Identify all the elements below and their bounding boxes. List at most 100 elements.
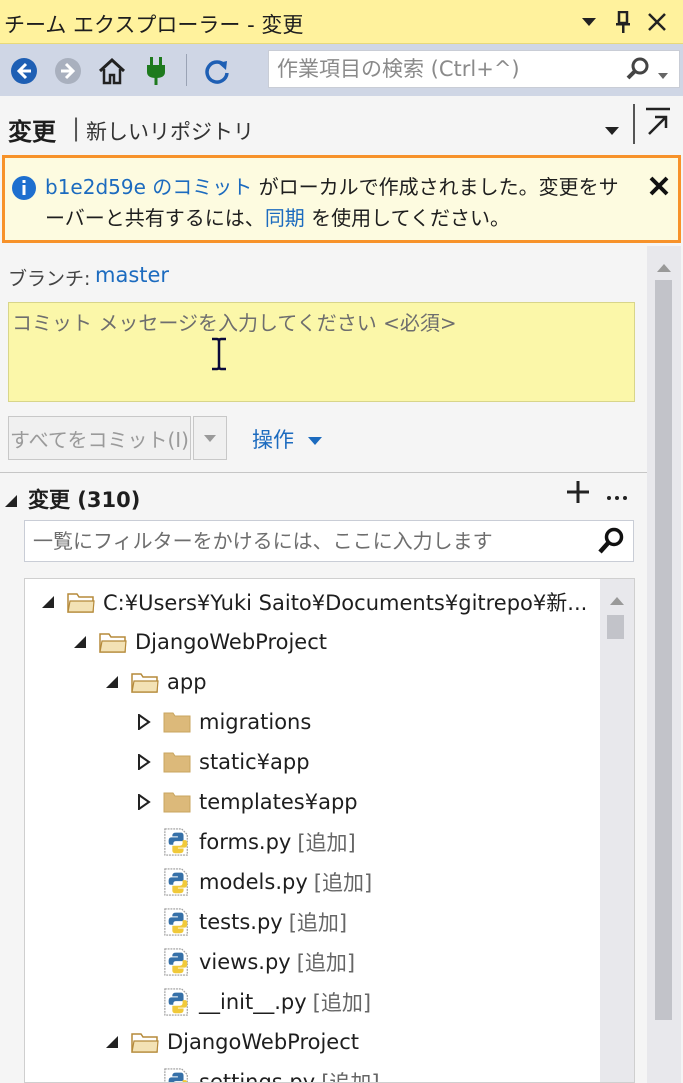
tree-item-name: migrations — [199, 710, 312, 734]
commit-message-box[interactable] — [8, 302, 635, 402]
changes-section-header[interactable]: 変更 (310) — [4, 484, 140, 514]
python-file-icon — [163, 908, 191, 936]
search-input[interactable] — [277, 55, 617, 83]
commit-options-button[interactable] — [193, 416, 227, 460]
change-status: [追加] — [321, 1071, 380, 1083]
changes-count: 変更 (310) — [28, 488, 141, 512]
dropdown-icon[interactable] — [576, 8, 602, 36]
tree-item-name: tests.py — [199, 910, 283, 934]
chevron-down-icon — [204, 434, 216, 442]
commit-notification: b1e2d59e のコミット がローカルで作成されました。変更をサーバーと共有す… — [2, 155, 681, 243]
tree-item-folder[interactable]: migrations — [133, 702, 311, 742]
collapse-icon[interactable] — [4, 494, 18, 508]
expanded-icon[interactable] — [37, 591, 59, 613]
collapsed-icon[interactable] — [133, 711, 155, 733]
forward-icon[interactable] — [52, 55, 84, 87]
search-icon[interactable] — [625, 57, 651, 85]
ellipsis-icon — [607, 496, 627, 500]
tree-item-name: views.py — [199, 950, 291, 974]
tree-item-name: DjangoWebProject — [167, 1030, 359, 1054]
tree-item-root[interactable]: C:¥Users¥Yuki Saito¥Documents¥gitrepo¥新.… — [37, 582, 587, 622]
tree-item-name: __init__.py — [199, 990, 307, 1014]
expanded-icon[interactable] — [69, 631, 91, 653]
branch-link[interactable]: master — [95, 263, 169, 287]
dismiss-icon[interactable] — [649, 176, 669, 200]
tree-item-file[interactable]: models.py [追加] — [163, 862, 372, 902]
branch-label: ブランチ: — [8, 268, 91, 290]
folder-icon — [163, 750, 191, 774]
tree-item-file[interactable]: __init__.py [追加] — [163, 982, 371, 1022]
python-file-icon — [163, 1068, 191, 1082]
tree-item-folder[interactable]: DjangoWebProject — [69, 622, 327, 662]
work-item-search[interactable] — [268, 50, 680, 88]
tree-item-file[interactable]: settings.py [追加] — [163, 1062, 380, 1083]
chevron-down-icon — [307, 437, 322, 445]
undock-icon[interactable] — [644, 106, 672, 140]
python-file-icon — [163, 948, 191, 976]
python-file-icon — [163, 988, 191, 1016]
tree-item-name: settings.py — [199, 1070, 316, 1083]
expanded-icon[interactable] — [101, 1031, 123, 1053]
home-icon[interactable] — [96, 55, 128, 87]
commit-link[interactable]: b1e2d59e のコミット — [45, 175, 252, 199]
commit-all-button[interactable]: すべてをコミット(I) — [8, 416, 191, 460]
change-status: [追加] — [288, 911, 348, 935]
tree-item-name: forms.py — [199, 830, 292, 854]
change-status: [追加] — [297, 831, 356, 855]
repository-name: 新しいリポジトリ — [86, 120, 254, 144]
tree-item-name: C:¥Users¥Yuki Saito¥Documents¥gitrepo¥新.… — [103, 591, 588, 615]
title-separator: | — [72, 114, 81, 142]
tree-item-file[interactable]: forms.py [追加] — [163, 822, 356, 862]
sync-link[interactable]: 同期 — [265, 206, 305, 230]
stage-all-button[interactable] — [566, 480, 590, 510]
page-menu-icon[interactable] — [604, 121, 620, 140]
expanded-icon[interactable] — [101, 671, 123, 693]
text-cursor-icon — [209, 337, 229, 375]
search-icon[interactable] — [597, 527, 625, 559]
back-icon[interactable] — [8, 55, 40, 87]
close-icon[interactable] — [644, 8, 670, 36]
scroll-up-icon[interactable] — [609, 591, 625, 610]
search-options-icon[interactable] — [657, 65, 669, 84]
change-status: [追加] — [312, 991, 372, 1015]
commit-message-input[interactable] — [12, 307, 627, 397]
change-status: [追加] — [313, 871, 373, 895]
tree-item-folder[interactable]: templates¥app — [133, 782, 358, 822]
folder-icon — [163, 710, 191, 734]
scroll-up-icon[interactable] — [656, 258, 672, 277]
tree-item-name: DjangoWebProject — [135, 630, 327, 654]
folder-open-icon — [131, 1030, 159, 1054]
toolbar-separator — [186, 54, 187, 86]
folder-open-icon — [99, 630, 127, 654]
collapsed-icon[interactable] — [133, 791, 155, 813]
tree-item-folder[interactable]: app — [101, 662, 207, 702]
folder-open-icon — [67, 590, 95, 614]
plus-icon — [567, 481, 589, 503]
more-options-button[interactable] — [606, 482, 628, 506]
main-scroll-thumb[interactable] — [655, 280, 672, 1020]
tree-item-name: models.py — [199, 870, 308, 894]
tree-item-file[interactable]: tests.py [追加] — [163, 902, 347, 942]
refresh-icon[interactable] — [201, 55, 233, 87]
changes-filter[interactable] — [24, 520, 634, 562]
connect-icon[interactable] — [140, 55, 172, 87]
tree-item-folder[interactable]: DjangoWebProject — [101, 1022, 359, 1062]
filter-input[interactable] — [33, 527, 593, 555]
tree-item-file[interactable]: views.py [追加] — [163, 942, 355, 982]
actions-menu[interactable]: 操作 — [252, 424, 323, 454]
page-title[interactable]: 変更 — [8, 112, 56, 147]
window-title: チーム エクスプローラー - 変更 — [4, 13, 304, 37]
header-divider — [633, 104, 635, 144]
collapsed-icon[interactable] — [133, 751, 155, 773]
title-bar: チーム エクスプローラー - 変更 — [0, 0, 683, 44]
folder-icon — [163, 790, 191, 814]
tree-item-name: app — [167, 670, 207, 694]
pin-icon[interactable] — [610, 8, 636, 36]
actions-label: 操作 — [252, 428, 294, 452]
tree-scrollbar[interactable] — [600, 579, 634, 1082]
tree-scroll-thumb[interactable] — [607, 615, 624, 639]
tree-item-name: static¥app — [199, 750, 310, 774]
tree-item-name: templates¥app — [199, 790, 358, 814]
tree-item-folder[interactable]: static¥app — [133, 742, 310, 782]
folder-open-icon — [131, 670, 159, 694]
